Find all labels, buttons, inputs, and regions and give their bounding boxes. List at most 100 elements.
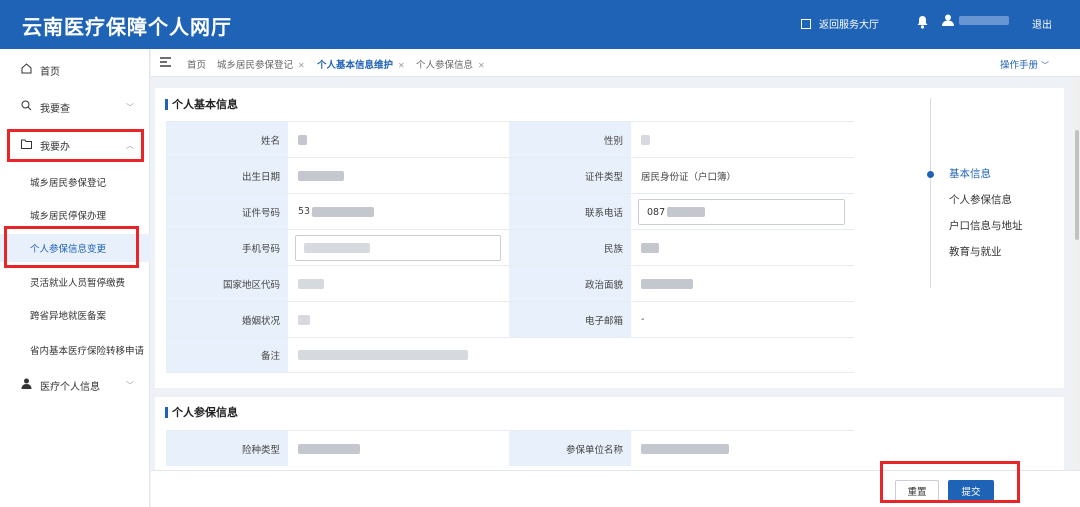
sidebar-sub-item[interactable]: 跨省异地就医备案 — [0, 301, 150, 329]
masked-value — [641, 443, 729, 454]
field-label: 险种类型 — [166, 431, 288, 466]
field-label: 手机号码 — [166, 230, 288, 265]
field-label: 民族 — [509, 230, 631, 265]
return-icon — [801, 18, 811, 29]
gender-value — [631, 122, 854, 157]
masked-value — [298, 134, 307, 145]
political-value — [631, 266, 854, 301]
tab-insurance-info[interactable]: 个人参保信息 ✕ — [416, 57, 485, 71]
sidebar-item-home[interactable]: 首页 — [0, 55, 150, 85]
user-menu[interactable] — [942, 14, 1009, 26]
contact-phone-input[interactable]: 087 — [638, 199, 845, 225]
masked-value — [641, 278, 693, 289]
home-icon — [18, 63, 34, 77]
field-label: 政治面貌 — [509, 266, 631, 301]
sidebar-item-label: 首页 — [40, 66, 60, 78]
name-value — [288, 122, 509, 157]
return-hall-label: 返回服务大厅 — [819, 20, 879, 31]
field-label: 证件号码 — [166, 194, 288, 229]
id-no-value: 53 — [288, 194, 509, 229]
app-title: 云南医疗保障个人网厅 — [22, 15, 232, 39]
info-row: 出生日期 证件类型 居民身份证（户口簿） — [166, 157, 854, 193]
anchor-active-dot — [927, 171, 934, 178]
info-row: 险种类型 参保单位名称 — [166, 430, 854, 466]
marital-value — [288, 302, 509, 337]
email-value: - — [631, 302, 854, 337]
info-row: 婚姻状况 电子邮箱 - — [166, 301, 854, 337]
masked-value — [312, 206, 375, 217]
insurance-unit-value — [631, 431, 854, 466]
anchor-item-basic[interactable]: 基本信息 — [949, 166, 991, 181]
main-content: 个人基本信息 姓名 性别 出生日期 证件类型 居民身份证（户口簿） 证件号码 5… — [151, 77, 1080, 507]
menu-toggle-icon[interactable] — [160, 57, 171, 70]
field-label: 婚姻状况 — [166, 302, 288, 337]
chevron-down-icon: ﹀ — [126, 380, 134, 390]
field-label: 联系电话 — [509, 194, 631, 229]
tab-label: 城乡居民参保登记 — [217, 60, 294, 71]
masked-value — [298, 278, 324, 289]
masked-value — [298, 314, 310, 325]
close-icon[interactable]: ✕ — [298, 61, 305, 70]
masked-value — [667, 207, 706, 217]
return-hall-link[interactable]: 返回服务大厅 — [801, 16, 879, 31]
close-icon[interactable]: ✕ — [478, 61, 485, 70]
section-title: 个人参保信息 — [165, 404, 238, 420]
sidebar-sub-item[interactable]: 灵活就业人员暂停缴费 — [0, 268, 150, 296]
manual-dropdown[interactable]: 操作手册 ﹀ — [1000, 57, 1049, 71]
field-label: 电子邮箱 — [509, 302, 631, 337]
tab-label: 个人参保信息 — [416, 60, 474, 71]
masked-value — [641, 242, 659, 253]
field-label: 证件类型 — [509, 158, 631, 193]
manual-label: 操作手册 — [1000, 60, 1039, 71]
tab-bar: 首页 城乡居民参保登记 ✕ 个人基本信息维护 ✕ 个人参保信息 ✕ 操作手册 ﹀ — [151, 49, 1080, 77]
tab-basic-info[interactable]: 个人基本信息维护 ✕ — [317, 57, 405, 71]
search-icon — [18, 100, 34, 114]
contact-prefix: 087 — [647, 206, 666, 218]
sidebar-sub-item[interactable]: 城乡居民停保办理 — [0, 201, 150, 229]
sidebar-item-query[interactable]: 我要查 ﹀ — [0, 92, 150, 122]
section-title: 个人基本信息 — [165, 96, 238, 112]
field-label: 国家地区代码 — [166, 266, 288, 301]
id-no-prefix: 53 — [298, 206, 311, 217]
field-label: 姓名 — [166, 122, 288, 157]
highlight-box-actions — [880, 461, 1020, 503]
tab-resident-register[interactable]: 城乡居民参保登记 ✕ — [217, 57, 305, 71]
user-icon — [942, 14, 954, 26]
field-label: 参保单位名称 — [509, 431, 631, 466]
anchor-item-education[interactable]: 教育与就业 — [949, 244, 1002, 259]
sidebar-sub-item[interactable]: 省内基本医疗保险转移申请 — [0, 336, 150, 364]
tab-home[interactable]: 首页 — [187, 57, 206, 71]
chevron-down-icon: ﹀ — [1041, 61, 1050, 70]
masked-value — [298, 170, 344, 181]
info-row: 国家地区代码 政治面貌 — [166, 265, 854, 301]
id-type-value: 居民身份证（户口簿） — [631, 158, 854, 193]
chevron-down-icon: ﹀ — [126, 102, 134, 112]
info-row: 备注 — [166, 337, 854, 373]
masked-value — [641, 134, 650, 145]
user-name-masked — [959, 15, 1009, 25]
id-type-text: 居民身份证（户口簿） — [641, 171, 737, 183]
ethnicity-value — [631, 230, 854, 265]
anchor-item-insurance[interactable]: 个人参保信息 — [949, 192, 1012, 207]
masked-value — [298, 350, 468, 360]
tab-label: 首页 — [187, 60, 207, 71]
insurance-type-value — [288, 431, 509, 466]
email-text: - — [641, 314, 645, 325]
sidebar-sub-item[interactable]: 城乡居民参保登记 — [0, 168, 150, 196]
scrollbar-thumb[interactable] — [1075, 130, 1079, 240]
top-header: 云南医疗保障个人网厅 返回服务大厅 退出 — [0, 0, 1080, 49]
tab-label: 个人基本信息维护 — [317, 60, 394, 71]
field-label: 出生日期 — [166, 158, 288, 193]
sidebar-item-label: 我要查 — [40, 103, 70, 115]
info-row: 手机号码 民族 — [166, 229, 854, 265]
birth-value — [288, 158, 509, 193]
user-icon — [18, 378, 34, 392]
highlight-box-change-info — [4, 226, 139, 268]
close-icon[interactable]: ✕ — [398, 61, 405, 70]
logout-link[interactable]: 退出 — [1032, 16, 1052, 31]
sidebar-item-medical-info[interactable]: 医疗个人信息 ﹀ — [0, 370, 150, 400]
field-label: 备注 — [166, 338, 288, 372]
mobile-input[interactable] — [295, 235, 501, 261]
notification-bell-icon[interactable] — [916, 15, 929, 29]
anchor-item-household[interactable]: 户口信息与地址 — [949, 218, 1023, 233]
